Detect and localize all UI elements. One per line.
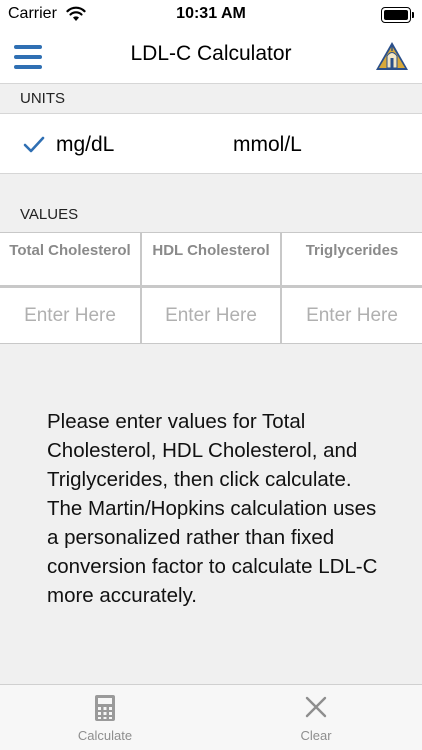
checkmark-icon — [23, 136, 45, 153]
clock-time: 10:31 AM — [176, 5, 246, 22]
clear-label: Clear — [300, 728, 332, 743]
hopkins-logo-icon — [376, 42, 408, 70]
instructions-text: Please enter values for Total Cholestero… — [47, 410, 378, 607]
column-header-hdl-cholesterol: HDL Cholesterol — [142, 233, 280, 285]
column-header-total-cholesterol: Total Cholesterol — [0, 233, 140, 285]
calculate-label: Calculate — [77, 728, 133, 743]
unit-option-mgdl[interactable]: mg/dL — [56, 133, 114, 157]
status-bar: Carrier 10:31 AM — [0, 0, 422, 30]
hdl-cholesterol-input[interactable]: Enter Here — [142, 288, 280, 343]
calculate-button[interactable]: Calculate — [50, 685, 160, 750]
units-selector: mg/dL mmol/L — [0, 114, 422, 174]
values-section-header: VALUES — [0, 200, 422, 230]
column-header-triglycerides: Triglycerides — [282, 233, 422, 285]
navigation-bar: LDL-C Calculator — [0, 30, 422, 84]
triglycerides-input[interactable]: Enter Here — [282, 288, 422, 343]
close-icon — [305, 696, 327, 718]
calculator-icon — [95, 695, 115, 721]
total-cholesterol-input[interactable]: Enter Here — [0, 288, 140, 343]
battery-icon — [381, 7, 415, 23]
page-title: LDL-C Calculator — [130, 42, 292, 65]
units-section-header: UNITS — [0, 84, 422, 114]
tab-bar: Calculate Clear — [0, 684, 422, 750]
clear-button[interactable]: Clear — [261, 685, 371, 750]
values-grid: Total Cholesterol HDL Cholesterol Trigly… — [0, 232, 422, 344]
unit-option-mmol[interactable]: mmol/L — [233, 133, 302, 157]
